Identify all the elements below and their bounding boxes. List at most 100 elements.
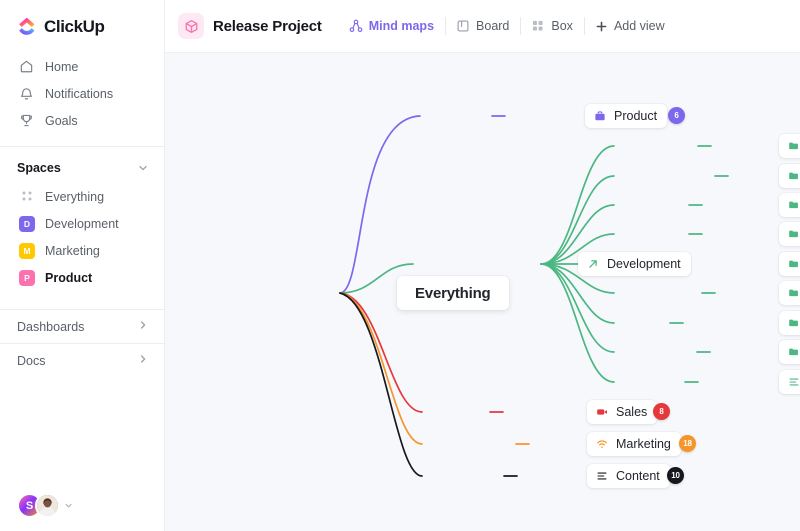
sidebar-item-everything[interactable]: Everything: [0, 183, 164, 210]
folder-icon: [787, 317, 800, 329]
mindmap-node-qa[interactable]: QA: [779, 252, 800, 276]
mindmap-node-roadmap[interactable]: Roadmap: [779, 134, 800, 158]
add-view-button[interactable]: Add view: [583, 11, 676, 41]
tab-label: Box: [551, 19, 573, 33]
node-badge-sales[interactable]: 8: [653, 403, 670, 420]
mindmap-node-android[interactable]: Android: [779, 340, 800, 364]
box-icon: [531, 19, 545, 33]
plus-icon: [595, 20, 608, 33]
spaces-header[interactable]: Spaces: [0, 147, 164, 183]
arrow-up-right-icon: [586, 258, 600, 270]
badge-count: 10: [671, 471, 680, 480]
link-root-sales: [339, 292, 423, 413]
caret-down-icon[interactable]: [64, 497, 73, 515]
page-title: Release Project: [213, 17, 322, 35]
node-label: Everything: [415, 284, 491, 302]
sidebar-item-label: Docs: [17, 353, 46, 368]
mindmap-node-sales[interactable]: Sales: [587, 400, 658, 424]
mindmap-node-sprints[interactable]: Sprints: [779, 193, 800, 217]
nav-item-notifications[interactable]: Notifications: [0, 80, 164, 107]
folder-icon: [787, 346, 800, 358]
mindmap-root-node[interactable]: Everything: [397, 276, 509, 310]
tab-mind-maps[interactable]: Mind maps: [338, 11, 445, 41]
tab-label: Mind maps: [368, 19, 435, 33]
node-label: Product: [614, 108, 658, 123]
folder-icon: [787, 258, 800, 270]
mindmap-node-content[interactable]: Content: [587, 464, 670, 488]
spaces-list: Everything D Development M Marketing P P…: [0, 183, 164, 291]
mindmap-node-automation[interactable]: Automation: [779, 164, 800, 188]
clickup-app: ClickUp Home Notifications Goals Spaces …: [0, 0, 800, 531]
primary-nav: Home Notifications Goals: [0, 51, 164, 134]
node-badge-content[interactable]: 10: [667, 467, 684, 484]
mindmap-node-ios[interactable]: iOS: [779, 311, 800, 335]
link-dev-notes: [540, 263, 615, 383]
space-avatar: D: [19, 215, 35, 232]
tab-board[interactable]: Board: [445, 11, 520, 41]
mindmap-canvas[interactable]: Everything Product 6 Development Sales 8…: [165, 53, 800, 531]
badge-count: 6: [674, 111, 679, 120]
mindmap-node-tooling[interactable]: Tooling: [779, 222, 800, 246]
briefcase-icon: [593, 110, 607, 122]
folder-icon: [787, 287, 800, 299]
space-avatar-initial: D: [23, 218, 31, 229]
node-label: Development: [607, 256, 681, 271]
avatar-group[interactable]: S: [17, 493, 73, 518]
space-label: Everything: [45, 189, 105, 204]
list-icon: [787, 376, 800, 388]
topbar: Release Project Mind maps Board Box Add …: [165, 0, 800, 53]
mindmap-node-marketing[interactable]: Marketing: [587, 432, 681, 456]
sidebar-item-dashboards[interactable]: Dashboards: [0, 309, 164, 343]
chevron-down-icon[interactable]: [137, 162, 149, 174]
mindmap-node-development[interactable]: Development: [578, 252, 691, 276]
link-root-content: [339, 292, 423, 477]
brand-name: ClickUp: [44, 17, 105, 36]
sidebar-item-development[interactable]: D Development: [0, 210, 164, 237]
space-label: Product: [45, 270, 93, 285]
nav-item-goals[interactable]: Goals: [0, 107, 164, 134]
project-header[interactable]: Release Project: [178, 13, 338, 39]
node-badge-product[interactable]: 6: [668, 107, 685, 124]
tab-box[interactable]: Box: [520, 11, 584, 41]
node-label: Sales: [616, 404, 648, 419]
chevron-right-icon: [137, 353, 149, 368]
tab-label: Add view: [613, 19, 665, 33]
chevron-right-icon: [137, 319, 149, 334]
list-icon: [595, 470, 609, 482]
nav-item-label: Home: [45, 59, 79, 74]
node-badge-marketing[interactable]: 18: [679, 435, 696, 452]
avatar-initial: S: [25, 499, 34, 512]
sidebar-item-product[interactable]: P Product: [0, 264, 164, 291]
space-avatar: M: [19, 242, 35, 259]
grid-icon: [19, 189, 35, 205]
clickup-logo-icon: [17, 17, 37, 37]
nav-item-label: Notifications: [45, 86, 114, 101]
tab-label: Board: [476, 19, 510, 33]
avatar[interactable]: [35, 493, 60, 518]
nav-item-home[interactable]: Home: [0, 53, 164, 80]
pink-cube-icon: [178, 13, 204, 39]
space-avatar-initial: P: [24, 272, 30, 283]
brand[interactable]: ClickUp: [0, 0, 164, 51]
sidebar-item-label: Dashboards: [17, 319, 85, 334]
space-label: Marketing: [45, 243, 100, 258]
mindmap-node-product[interactable]: Product: [585, 104, 668, 128]
sidebar-item-marketing[interactable]: M Marketing: [0, 237, 164, 264]
space-avatar: P: [19, 269, 35, 286]
board-icon: [456, 19, 470, 33]
mindmap-node-analytics[interactable]: Analytics: [779, 281, 800, 305]
video-icon: [595, 406, 609, 418]
node-label: Content: [616, 468, 660, 483]
main-area: Release Project Mind maps Board Box Add …: [165, 0, 800, 531]
mindmap-node-notes[interactable]: Notes: [779, 370, 800, 394]
spaces-title: Spaces: [17, 161, 61, 175]
folder-icon: [787, 199, 800, 211]
sidebar-item-docs[interactable]: Docs: [0, 343, 164, 377]
link-dev-roadmap: [540, 145, 615, 265]
space-label: Development: [45, 216, 119, 231]
sidebar: ClickUp Home Notifications Goals Spaces …: [0, 0, 165, 531]
node-label: Marketing: [616, 436, 671, 451]
folder-icon: [787, 170, 800, 182]
folder-icon: [787, 228, 800, 240]
bell-icon: [19, 86, 34, 101]
